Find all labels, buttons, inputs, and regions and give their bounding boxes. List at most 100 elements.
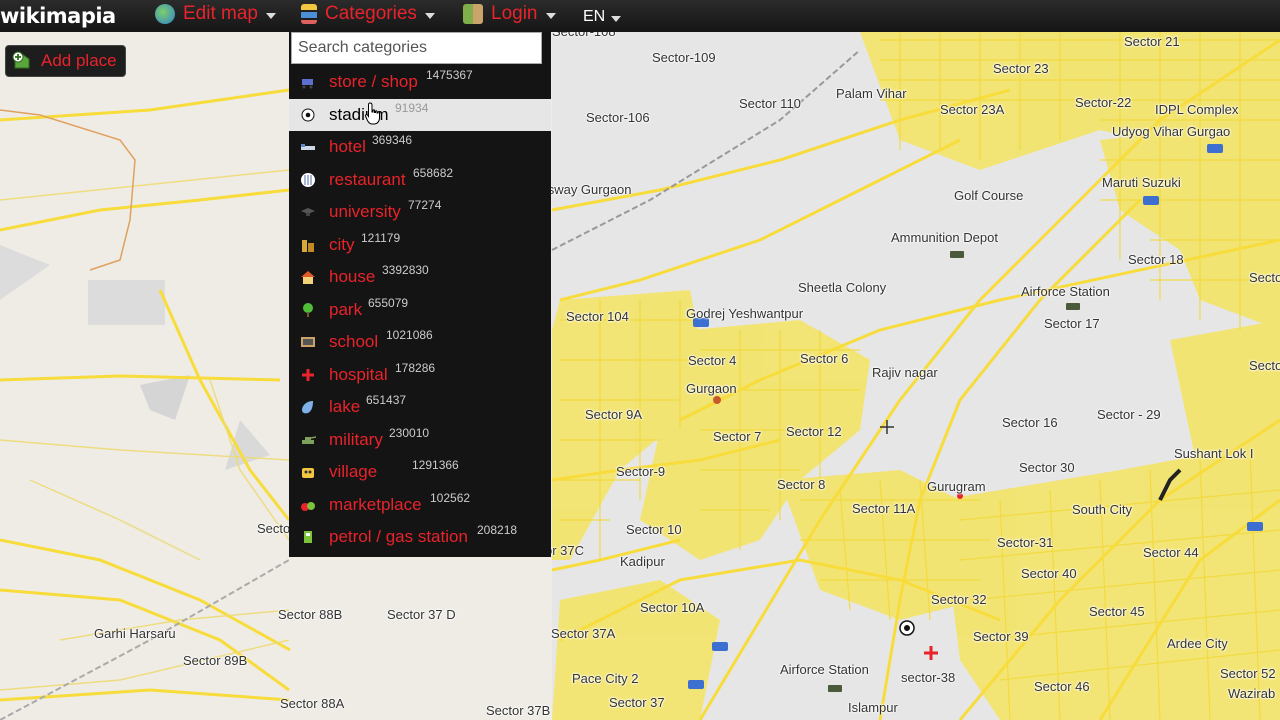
map-place-label[interactable]: Wazirab xyxy=(1228,686,1275,701)
map-place-label[interactable]: Airforce Station xyxy=(1021,284,1110,299)
map-place-label[interactable]: Sector - 29 xyxy=(1097,407,1161,422)
wikimapia-logo[interactable]: wikimapia xyxy=(0,4,116,28)
map-place-label[interactable]: Islampur xyxy=(848,700,898,715)
category-count: 102562 xyxy=(430,490,471,505)
map-place-label[interactable]: Pace City 2 xyxy=(572,671,638,686)
category-item[interactable]: school 1021086 xyxy=(289,326,551,358)
map-place-label[interactable]: Sector 46 xyxy=(1034,679,1090,694)
map-place-label[interactable]: IDPL Complex xyxy=(1155,102,1238,117)
category-label: house xyxy=(329,267,376,286)
category-item[interactable]: hospital 178286 xyxy=(289,359,551,391)
search-categories-input[interactable] xyxy=(291,32,542,64)
map-place-label[interactable]: Sector 18 xyxy=(1128,252,1184,267)
map-place-label[interactable]: Kadipur xyxy=(620,554,665,569)
map-place-label[interactable]: Sushant Lok I xyxy=(1174,446,1254,461)
map-place-label[interactable]: Sector-109 xyxy=(652,50,716,65)
map-place-label[interactable]: Sector 52 xyxy=(1220,666,1276,681)
map-place-label[interactable]: Sheetla Colony xyxy=(798,280,886,295)
map-place-label[interactable]: Sector-106 xyxy=(586,110,650,125)
map-place-label[interactable]: Sector-22 xyxy=(1075,95,1131,110)
language-selector[interactable]: EN xyxy=(583,5,622,29)
map-place-label[interactable]: Sector 89B xyxy=(183,653,247,668)
map-place-label[interactable]: Golf Course xyxy=(954,188,1023,203)
map-place-label[interactable]: Sector 30 xyxy=(1019,460,1075,475)
map-place-label[interactable]: Sector 2 xyxy=(1249,270,1280,285)
category-count: 655079 xyxy=(368,295,409,310)
map-place-label[interactable]: Sector 9A xyxy=(585,407,642,422)
map-place-label[interactable]: Sector 37B xyxy=(486,703,550,718)
map-place-label[interactable]: Maruti Suzuki xyxy=(1102,175,1181,190)
map-place-label[interactable]: Garhi Harsaru xyxy=(94,626,176,641)
category-item[interactable]: house 3392830 xyxy=(289,261,551,293)
category-label: village xyxy=(329,462,378,481)
map-place-label[interactable]: Ardee City xyxy=(1167,636,1228,651)
map-place-label[interactable]: Gurugram xyxy=(927,479,986,494)
category-label: restaurant xyxy=(329,169,406,189)
login-menu[interactable]: Login xyxy=(463,2,556,26)
category-item[interactable]: lake 651437 xyxy=(289,391,551,423)
map-place-label[interactable]: Sector 37 xyxy=(609,695,665,710)
map-place-label[interactable]: Sector 104 xyxy=(566,309,629,324)
map-place-label[interactable]: Sector-31 xyxy=(997,535,1053,550)
map-place-label[interactable]: Sector 45 xyxy=(1089,604,1145,619)
map-place-label[interactable]: South City xyxy=(1072,502,1132,517)
map-place-label[interactable]: Palam Vihar xyxy=(836,86,907,101)
categories-label: Categories xyxy=(325,3,417,24)
map-place-label[interactable]: Sector 88B xyxy=(278,607,342,622)
map-place-label[interactable]: Sector 21 xyxy=(1124,34,1180,49)
map-place-label[interactable]: Sector 23A xyxy=(940,102,1004,117)
map-place-label[interactable]: Sector 17 xyxy=(1044,316,1100,331)
category-label: marketplace xyxy=(329,494,422,514)
map-place-label[interactable]: Sector 11A xyxy=(852,501,915,516)
map-place-label[interactable]: Udyog Vihar Gurgao xyxy=(1112,124,1230,139)
category-item[interactable]: store / shop 1475367 xyxy=(289,66,551,98)
category-item[interactable]: petrol / gas station 208218 xyxy=(289,521,551,553)
map-place-label[interactable]: Airforce Station xyxy=(780,662,869,677)
map-place-label[interactable]: Sector 23 xyxy=(993,61,1049,76)
category-item[interactable]: military 230010 xyxy=(289,424,551,456)
map-place-label[interactable]: Sector 10 xyxy=(626,522,682,537)
edit-map-label: Edit map xyxy=(183,3,258,24)
category-item[interactable]: village 1291366 xyxy=(289,456,551,488)
category-item[interactable]: stadium 91934 xyxy=(289,98,551,131)
category-item[interactable]: hotel 369346 xyxy=(289,131,551,163)
category-item[interactable]: university 77274 xyxy=(289,196,551,228)
fuel-pump-icon xyxy=(304,531,312,543)
map-place-label[interactable]: Sector 37A xyxy=(551,626,615,641)
map-place-label[interactable]: Sector 39 xyxy=(973,629,1029,644)
map-place-label[interactable]: Sector 32 xyxy=(931,592,987,607)
map-place-label[interactable]: Gurgaon xyxy=(686,381,737,396)
map-place-label[interactable]: Sector 110 xyxy=(739,96,801,111)
category-item[interactable]: marketplace 102562 xyxy=(289,489,551,521)
categories-menu[interactable]: Categories xyxy=(301,2,435,26)
hand-pointer-cursor-icon xyxy=(364,102,380,125)
map-place-label[interactable]: Sector 2 xyxy=(1249,358,1280,373)
add-place-button[interactable]: Add place xyxy=(5,45,126,77)
map-place-label[interactable]: Sector 40 xyxy=(1021,566,1077,581)
category-item[interactable]: restaurant 658682 xyxy=(289,164,551,196)
map-place-label[interactable]: Rajiv nagar xyxy=(872,365,938,380)
edit-map-menu[interactable]: Edit map xyxy=(155,2,276,26)
map-place-label[interactable]: Sector 88A xyxy=(280,696,344,711)
map-place-label[interactable]: Godrej Yeshwantpur xyxy=(686,306,803,321)
category-label: park xyxy=(329,299,363,319)
map-place-label[interactable]: Sector-9 xyxy=(616,464,665,479)
tank-icon xyxy=(302,435,316,444)
map-place-label[interactable]: Sector 37 D xyxy=(387,607,456,622)
login-label: Login xyxy=(491,3,538,24)
map-place-label[interactable]: Sector 6 xyxy=(800,351,848,366)
map-place-label[interactable]: Sector 7 xyxy=(713,429,761,444)
category-count: 1475367 xyxy=(426,68,473,82)
map-canvas[interactable]: Palam Vihar ISector 21Sector-108Sector-1… xyxy=(0,0,1280,720)
category-item[interactable]: park 655079 xyxy=(289,294,551,326)
category-label: petrol / gas station xyxy=(329,527,468,546)
map-place-label[interactable]: Sector 16 xyxy=(1002,415,1058,430)
map-place-label[interactable]: Sector 4 xyxy=(688,353,736,368)
map-place-label[interactable]: Sector 10A xyxy=(640,600,704,615)
map-place-label[interactable]: Ammunition Depot xyxy=(891,230,998,245)
map-place-label[interactable]: Sector 12 xyxy=(786,424,842,439)
category-item[interactable]: city 121179 xyxy=(289,229,551,261)
map-place-label[interactable]: sector-38 xyxy=(901,670,955,685)
map-place-label[interactable]: Sector 8 xyxy=(777,477,825,492)
map-place-label[interactable]: Sector 44 xyxy=(1143,545,1199,560)
